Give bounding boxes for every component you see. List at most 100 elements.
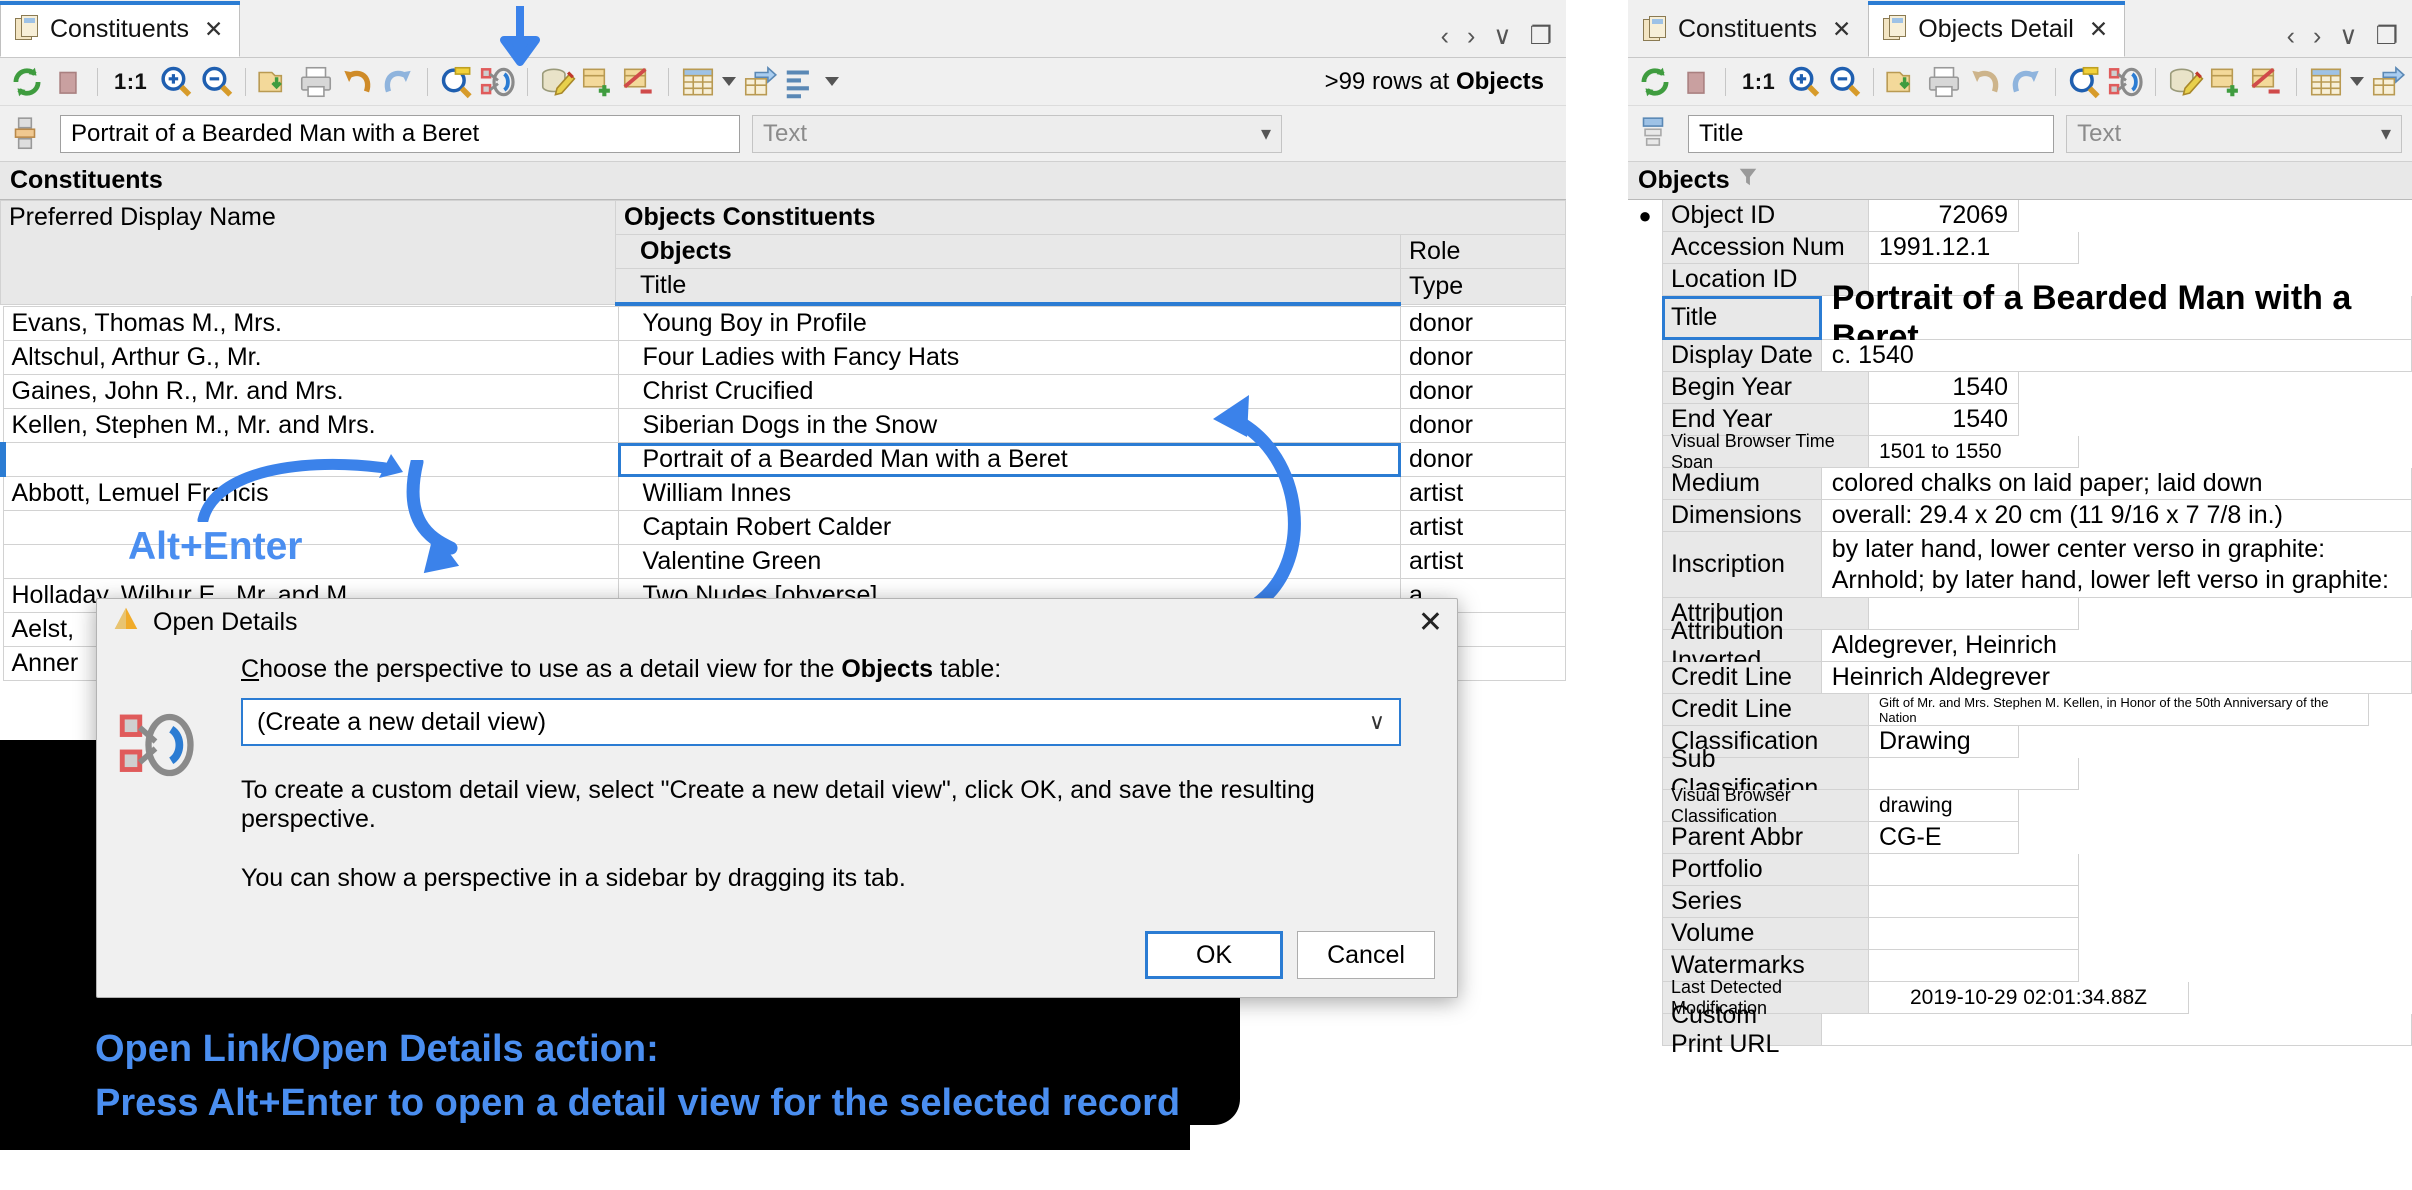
detail-row[interactable]: Parent Abbr CG-E xyxy=(1628,822,2412,854)
open-folder-icon[interactable] xyxy=(1884,63,1922,101)
detail-field-value[interactable]: 1991.12.1 xyxy=(1869,232,2079,264)
detail-field-label[interactable]: Display Date xyxy=(1662,340,1822,372)
print-icon[interactable] xyxy=(1925,63,1963,101)
header-title[interactable]: Title xyxy=(615,268,1401,306)
zoom-in-icon[interactable] xyxy=(1784,63,1822,101)
detail-field-value[interactable]: 1540 xyxy=(1869,372,2019,404)
stop-icon[interactable] xyxy=(1677,63,1715,101)
detail-row[interactable]: Medium colored chalks on laid paper; laid… xyxy=(1628,468,2412,500)
cell-preferred-display-name[interactable] xyxy=(2,544,619,579)
table-row[interactable]: Altschul, Arthur G., Mr. Four Ladies with… xyxy=(2,340,1566,375)
header-objects-constituents[interactable]: Objects Constituents xyxy=(615,200,1566,235)
detail-field-label[interactable]: Medium xyxy=(1662,468,1822,500)
detail-field-label[interactable]: Volume xyxy=(1662,918,1869,950)
detail-field-label[interactable]: Visual Browser Classification xyxy=(1662,785,1869,826)
table-row[interactable]: Gaines, John R., Mr. and Mrs. Christ Cruc… xyxy=(2,374,1566,409)
export-icon[interactable] xyxy=(2369,63,2407,101)
cell-preferred-display-name[interactable]: Kellen, Stephen M., Mr. and Mrs. xyxy=(2,408,619,443)
close-icon[interactable]: ✕ xyxy=(204,16,223,43)
maximize-icon[interactable]: ❐ xyxy=(1530,21,1552,51)
detail-row[interactable]: Credit Line Gift of Mr. and Mrs. Stephen … xyxy=(1628,694,2412,726)
header-preferred-display-name[interactable]: Preferred Display Name xyxy=(0,200,616,305)
detail-row[interactable]: Dimensions overall: 29.4 x 20 cm (11 9/16… xyxy=(1628,500,2412,532)
delete-row-icon[interactable] xyxy=(2248,63,2286,101)
detail-field-value[interactable] xyxy=(1869,854,2079,886)
open-details-icon[interactable] xyxy=(479,63,517,101)
refresh-icon[interactable] xyxy=(8,63,46,101)
close-icon[interactable]: ✕ xyxy=(2089,16,2108,43)
cell-preferred-display-name[interactable]: Gaines, John R., Mr. and Mrs. xyxy=(2,374,619,409)
detail-row[interactable]: ● Object ID 72069 xyxy=(1628,200,2412,232)
detail-row[interactable]: Custom Print URL xyxy=(1628,1001,2412,1058)
next-tab-icon[interactable]: › xyxy=(2313,22,2321,51)
cell-role-type[interactable]: donor xyxy=(1400,340,1566,375)
zoom-reset-label[interactable]: 1:1 xyxy=(1742,69,1775,95)
align-icon[interactable] xyxy=(782,63,820,101)
detail-field-value[interactable]: 72069 xyxy=(1869,200,2019,232)
open-details-dialog[interactable]: Open Details ✕ Choose the perspective to… xyxy=(96,598,1458,998)
detail-row[interactable]: Series xyxy=(1628,886,2412,918)
cell-role-type[interactable]: artist xyxy=(1400,544,1566,579)
detail-field-value[interactable]: Portrait of a Bearded Man with a Beret xyxy=(1821,279,2412,356)
detail-field-value[interactable]: by later hand, lower center verso in gra… xyxy=(1821,532,2412,626)
perspective-select[interactable]: (Create a new detail view) ∨ xyxy=(241,698,1401,746)
cancel-button[interactable]: Cancel xyxy=(1297,931,1435,979)
filter-type-select[interactable]: Text ▾ xyxy=(752,114,1282,153)
detail-row[interactable]: Portfolio xyxy=(1628,854,2412,886)
find-icon[interactable] xyxy=(2066,63,2104,101)
table-icon[interactable] xyxy=(679,63,717,101)
detail-row[interactable]: Display Date c. 1540 xyxy=(1628,340,2412,372)
detail-row[interactable]: Credit Line Heinrich Aldegrever xyxy=(1628,662,2412,694)
close-icon[interactable]: ✕ xyxy=(1418,605,1443,640)
table-row[interactable]: Kellen, Stephen M., Mr. and Mrs. Siberian… xyxy=(2,408,1566,443)
cell-object-title[interactable]: Four Ladies with Fancy Hats xyxy=(617,340,1401,375)
chevron-down-icon[interactable] xyxy=(2350,77,2365,86)
close-icon[interactable]: ✕ xyxy=(1832,16,1851,43)
prev-tab-icon[interactable]: ‹ xyxy=(2287,22,2295,51)
cell-preferred-display-name[interactable]: Altschul, Arthur G., Mr. xyxy=(2,340,619,375)
open-details-icon[interactable] xyxy=(2107,63,2145,101)
prev-tab-icon[interactable]: ‹ xyxy=(1441,22,1449,51)
detail-row[interactable]: Inscription by later hand, lower center v… xyxy=(1628,532,2412,626)
header-role[interactable]: Role xyxy=(1399,234,1567,269)
cell-role-type[interactable]: artist xyxy=(1400,476,1566,511)
detail-field-label[interactable]: Parent Abbr xyxy=(1662,822,1869,854)
table-row[interactable]: Evans, Thomas M., Mrs. Young Boy in Profi… xyxy=(2,306,1566,341)
detail-field-label[interactable]: Title xyxy=(1662,296,1822,340)
detail-field-label[interactable]: Object ID xyxy=(1662,200,1869,232)
chevron-down-icon[interactable] xyxy=(722,77,737,86)
detail-field-value[interactable]: 1540 xyxy=(1869,404,2019,436)
detail-row[interactable]: Title Portrait of a Bearded Man with a Be… xyxy=(1628,279,2412,356)
print-icon[interactable] xyxy=(297,63,335,101)
detail-field-value[interactable]: colored chalks on laid paper; laid down xyxy=(1821,468,2412,500)
cell-role-type[interactable]: donor xyxy=(1400,408,1566,443)
filter-value-input[interactable]: Title xyxy=(1688,114,2055,153)
detail-row[interactable]: Volume xyxy=(1628,918,2412,950)
detail-field-value[interactable]: 1501 to 1550 xyxy=(1869,436,2079,468)
column-filter-icon[interactable] xyxy=(1638,115,1676,153)
detail-field-label[interactable]: Dimensions xyxy=(1662,500,1822,532)
detail-field-value[interactable]: Aldegrever, Heinrich xyxy=(1821,630,2412,662)
detail-field-value[interactable] xyxy=(1869,918,2079,950)
detail-field-label[interactable]: Custom Print URL xyxy=(1662,1001,1822,1058)
detail-field-label[interactable]: Series xyxy=(1662,886,1869,918)
zoom-out-icon[interactable] xyxy=(1825,63,1863,101)
detail-field-value[interactable]: Heinrich Aldegrever xyxy=(1821,662,2412,694)
redo-icon[interactable] xyxy=(379,63,417,101)
detail-row[interactable]: Accession Num 1991.12.1 xyxy=(1628,232,2412,264)
detail-field-label[interactable]: Accession Num xyxy=(1662,232,1869,264)
cell-object-title[interactable]: Young Boy in Profile xyxy=(617,306,1401,341)
detail-field-value[interactable] xyxy=(1821,1014,2412,1046)
detail-field-label[interactable]: Credit Line xyxy=(1662,694,1869,726)
detail-field-value[interactable]: CG-E xyxy=(1869,822,2019,854)
add-row-icon[interactable] xyxy=(579,63,617,101)
detail-field-label[interactable]: Portfolio xyxy=(1662,854,1869,886)
cell-role-type[interactable]: artist xyxy=(1400,510,1566,545)
detail-row[interactable]: Visual Browser Time Span 1501 to 1550 xyxy=(1628,431,2412,472)
stop-icon[interactable] xyxy=(49,63,87,101)
next-tab-icon[interactable]: › xyxy=(1467,22,1475,51)
filter-value-input[interactable]: Portrait of a Bearded Man with a Beret xyxy=(60,114,740,153)
undo-icon[interactable] xyxy=(1966,63,2004,101)
zoom-in-icon[interactable] xyxy=(156,63,194,101)
tab-constituents[interactable]: Constituents ✕ xyxy=(0,1,241,57)
